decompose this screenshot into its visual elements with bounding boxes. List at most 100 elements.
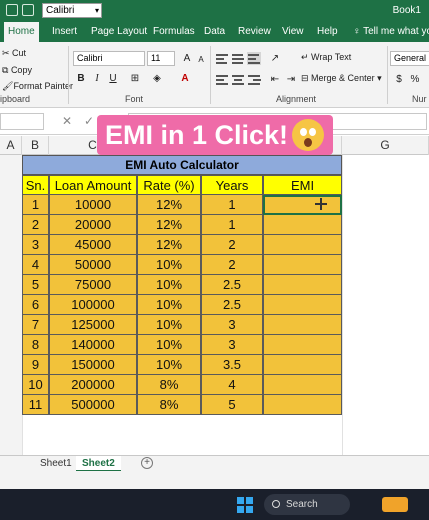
- fill-color-icon[interactable]: ◈: [150, 72, 164, 85]
- cell-sn[interactable]: 8: [22, 335, 49, 355]
- align-bottom-icon[interactable]: [247, 52, 261, 65]
- sheet-tab-sheet2[interactable]: Sheet2: [76, 456, 121, 472]
- name-box[interactable]: [0, 113, 44, 130]
- align-middle-icon[interactable]: [231, 52, 245, 65]
- cell-sn[interactable]: 9: [22, 355, 49, 375]
- align-right-icon[interactable]: [247, 73, 262, 86]
- copy-button[interactable]: ⧉ Copy: [2, 65, 32, 76]
- column-header-g[interactable]: G: [342, 136, 429, 155]
- align-left-icon[interactable]: [215, 73, 229, 86]
- cell-years[interactable]: 2: [201, 255, 263, 275]
- cancel-icon[interactable]: ✕: [62, 114, 72, 128]
- tab-formulas[interactable]: Formulas: [149, 22, 199, 42]
- cell-years[interactable]: 3: [201, 315, 263, 335]
- format-painter-button[interactable]: 🖌Format Painter: [2, 81, 73, 92]
- tell-me-search[interactable]: ♀ Tell me what you: [349, 22, 429, 42]
- tab-view[interactable]: View: [278, 22, 308, 42]
- cell-loan-amount[interactable]: 45000: [49, 235, 137, 255]
- italic-icon[interactable]: I: [90, 72, 104, 85]
- cell-loan-amount[interactable]: 200000: [49, 375, 137, 395]
- cell-emi[interactable]: [263, 395, 342, 415]
- cell-rate[interactable]: 10%: [137, 275, 201, 295]
- cell-emi[interactable]: [263, 215, 342, 235]
- header-cell-rate[interactable]: Rate (%): [137, 175, 201, 195]
- cell-loan-amount[interactable]: 500000: [49, 395, 137, 415]
- chevron-down-icon[interactable]: ▾: [375, 73, 382, 83]
- borders-icon[interactable]: ⊞: [128, 72, 142, 85]
- crown-icon[interactable]: [382, 497, 408, 512]
- tab-insert[interactable]: Insert: [48, 22, 81, 42]
- font-size-select[interactable]: 11: [147, 51, 175, 66]
- chevron-down-icon[interactable]: ▾: [95, 4, 99, 17]
- header-cell-sn[interactable]: Sn.: [22, 175, 49, 195]
- cell-sn[interactable]: 10: [22, 375, 49, 395]
- cell-loan-amount[interactable]: 50000: [49, 255, 137, 275]
- align-center-icon[interactable]: [231, 73, 245, 86]
- bold-icon[interactable]: B: [74, 72, 88, 85]
- taskbar-search[interactable]: Search: [264, 494, 350, 515]
- cell-sn[interactable]: 5: [22, 275, 49, 295]
- windows-start-icon[interactable]: [237, 497, 253, 513]
- cell-years[interactable]: 3.5: [201, 355, 263, 375]
- cell-rate[interactable]: 10%: [137, 335, 201, 355]
- cell-emi[interactable]: [263, 255, 342, 275]
- percent-icon[interactable]: %: [408, 73, 422, 86]
- tab-review[interactable]: Review: [234, 22, 275, 42]
- cell-loan-amount[interactable]: 125000: [49, 315, 137, 335]
- number-format-select[interactable]: General: [390, 51, 429, 66]
- cell-loan-amount[interactable]: 20000: [49, 215, 137, 235]
- tab-data[interactable]: Data: [200, 22, 229, 42]
- cell-rate[interactable]: 10%: [137, 255, 201, 275]
- cell-emi[interactable]: [263, 315, 342, 335]
- font-color-icon[interactable]: A: [178, 72, 192, 85]
- merge-center-button[interactable]: ⊟ Merge & Center ▾: [301, 73, 382, 84]
- cell-years[interactable]: 5: [201, 395, 263, 415]
- column-header-b[interactable]: B: [22, 136, 49, 155]
- cell-rate[interactable]: 10%: [137, 295, 201, 315]
- cell-sn[interactable]: 11: [22, 395, 49, 415]
- header-cell-emi[interactable]: EMI: [263, 175, 342, 195]
- cell-rate[interactable]: 10%: [137, 355, 201, 375]
- decrease-font-icon[interactable]: A: [194, 53, 208, 66]
- cell-loan-amount[interactable]: 150000: [49, 355, 137, 375]
- header-cell-loan-amount[interactable]: Loan Amount: [49, 175, 137, 195]
- save-icon[interactable]: [22, 4, 34, 16]
- increase-font-icon[interactable]: A: [180, 52, 194, 65]
- cell-loan-amount[interactable]: 10000: [49, 195, 137, 215]
- sheet-tab-sheet1[interactable]: Sheet1: [34, 456, 78, 472]
- header-cell-years[interactable]: Years: [201, 175, 263, 195]
- cell-emi[interactable]: [263, 235, 342, 255]
- autosave-icon[interactable]: [6, 4, 18, 16]
- add-sheet-icon[interactable]: +: [141, 457, 153, 469]
- cell-loan-amount[interactable]: 75000: [49, 275, 137, 295]
- font-name-select[interactable]: Calibri: [73, 51, 145, 66]
- active-cell-selection[interactable]: [263, 195, 342, 215]
- cell-years[interactable]: 1: [201, 195, 263, 215]
- cell-emi[interactable]: [263, 275, 342, 295]
- cell-emi[interactable]: [263, 295, 342, 315]
- decrease-indent-icon[interactable]: ⇤: [268, 73, 282, 86]
- cell-emi[interactable]: [263, 335, 342, 355]
- increase-indent-icon[interactable]: ⇥: [284, 73, 298, 86]
- cell-sn[interactable]: 1: [22, 195, 49, 215]
- table-title[interactable]: EMI Auto Calculator: [22, 155, 342, 175]
- cell-rate[interactable]: 12%: [137, 235, 201, 255]
- wrap-text-button[interactable]: ↵ Wrap Text: [301, 52, 351, 63]
- underline-icon[interactable]: U: [106, 72, 120, 85]
- cell-sn[interactable]: 6: [22, 295, 49, 315]
- cell-years[interactable]: 2.5: [201, 275, 263, 295]
- cell-rate[interactable]: 12%: [137, 215, 201, 235]
- orientation-icon[interactable]: ↗: [268, 52, 282, 65]
- column-header-a[interactable]: A: [0, 136, 22, 155]
- cell-years[interactable]: 3: [201, 335, 263, 355]
- cell-years[interactable]: 4: [201, 375, 263, 395]
- cell-emi[interactable]: [263, 355, 342, 375]
- cell-rate[interactable]: 12%: [137, 195, 201, 215]
- cell-sn[interactable]: 3: [22, 235, 49, 255]
- cell-rate[interactable]: 10%: [137, 315, 201, 335]
- tab-home[interactable]: Home: [4, 22, 39, 42]
- cell-loan-amount[interactable]: 100000: [49, 295, 137, 315]
- cell-emi[interactable]: [263, 375, 342, 395]
- align-top-icon[interactable]: [215, 52, 229, 65]
- cell-years[interactable]: 2.5: [201, 295, 263, 315]
